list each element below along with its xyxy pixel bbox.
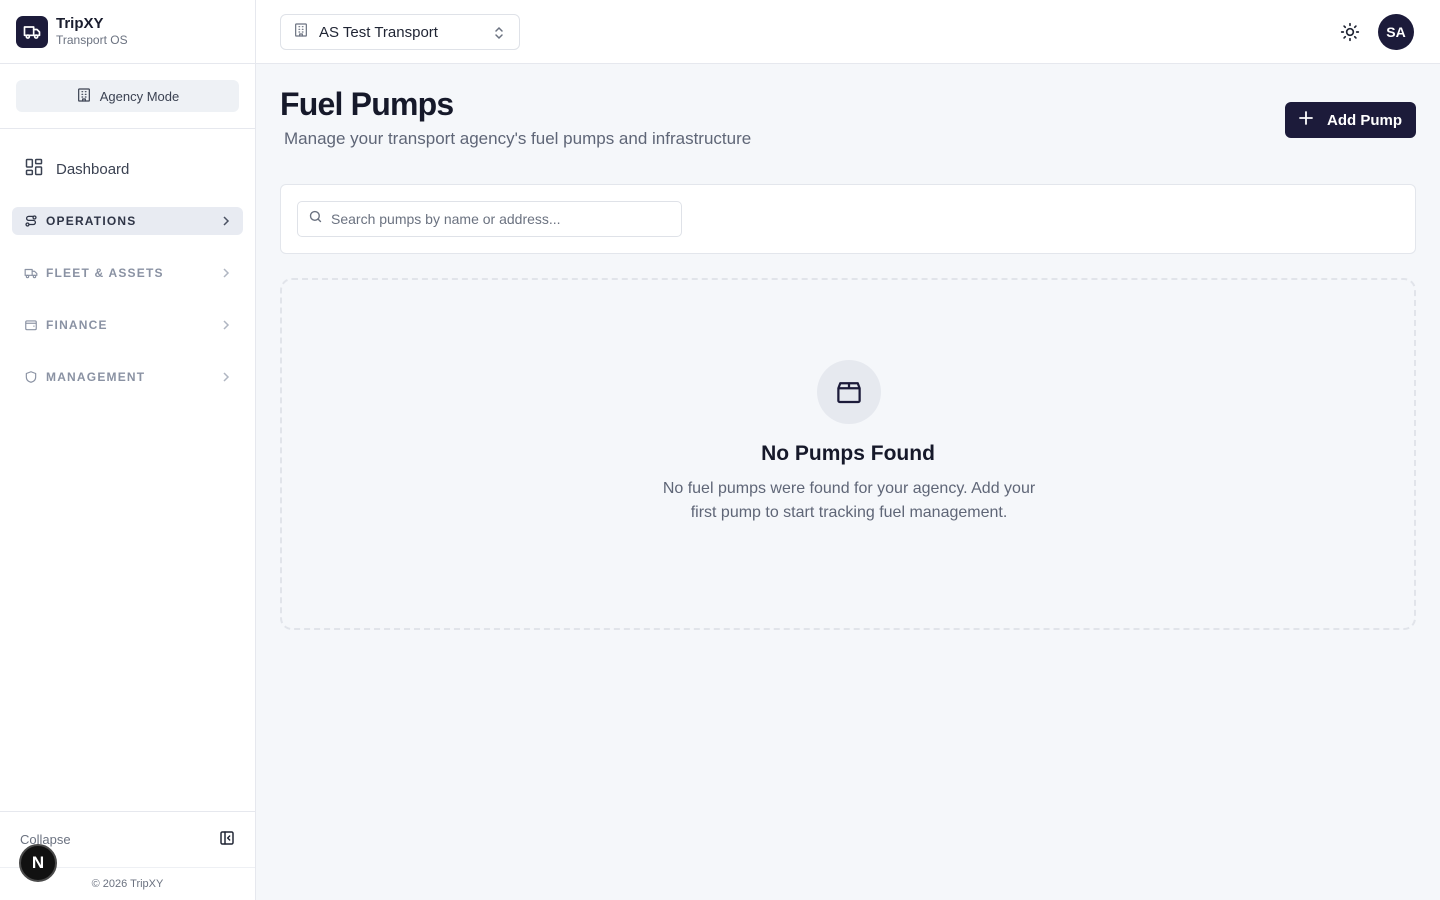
sidebar-group-label: OPERATIONS bbox=[46, 214, 137, 228]
building-icon bbox=[76, 87, 92, 106]
theme-toggle-sun-icon[interactable] bbox=[1340, 22, 1360, 42]
sidebar-group-fleet-assets[interactable]: FLEET & ASSETS bbox=[12, 259, 243, 287]
search-input[interactable] bbox=[331, 211, 671, 227]
shield-icon bbox=[24, 370, 40, 384]
sidebar-group-label: FLEET & ASSETS bbox=[46, 266, 164, 280]
sidebar-nav: Dashboard OPERATIONS FLEET & ASSETS FINA… bbox=[0, 129, 255, 403]
chevron-right-icon bbox=[221, 267, 231, 282]
sidebar-group-management[interactable]: MANAGEMENT bbox=[12, 363, 243, 391]
sidebar-footer: Collapse © 2026 TripXY N bbox=[0, 811, 255, 900]
plus-icon bbox=[1299, 111, 1313, 129]
sidebar-group-operations[interactable]: OPERATIONS bbox=[12, 207, 243, 235]
search-icon bbox=[308, 209, 323, 229]
add-pump-button[interactable]: Add Pump bbox=[1285, 102, 1416, 138]
dev-badge[interactable]: N bbox=[19, 844, 57, 882]
truck-logo-icon bbox=[16, 15, 48, 48]
building-icon bbox=[293, 22, 309, 42]
agency-mode-button[interactable]: Agency Mode bbox=[16, 80, 239, 112]
page-title: Fuel Pumps bbox=[280, 86, 454, 122]
chevron-right-icon bbox=[221, 215, 231, 230]
wallet-icon bbox=[24, 318, 40, 332]
sidebar-group-finance[interactable]: FINANCE bbox=[12, 311, 243, 339]
agency-select[interactable]: AS Test Transport bbox=[280, 14, 520, 50]
empty-state: No Pumps Found No fuel pumps were found … bbox=[280, 278, 1416, 630]
topbar: AS Test Transport SA bbox=[256, 0, 1440, 64]
empty-state-description: No fuel pumps were found for your agency… bbox=[662, 480, 1036, 521]
brand-name: TripXY bbox=[56, 15, 104, 32]
chevrons-up-down-icon bbox=[493, 25, 505, 45]
search-card bbox=[280, 184, 1416, 254]
user-avatar[interactable]: SA bbox=[1378, 14, 1414, 50]
brand[interactable]: TripXY Transport OS bbox=[0, 0, 255, 64]
package-icon bbox=[817, 360, 881, 424]
sidebar-group-label: MANAGEMENT bbox=[46, 370, 146, 384]
brand-subtitle: Transport OS bbox=[56, 33, 128, 47]
agency-mode-label: Agency Mode bbox=[99, 88, 180, 104]
sidebar-group-label: FINANCE bbox=[46, 318, 108, 332]
search-box[interactable] bbox=[297, 201, 682, 237]
panel-collapse-icon bbox=[219, 830, 235, 849]
page-subtitle: Manage your transport agency's fuel pump… bbox=[284, 129, 752, 148]
truck-icon bbox=[24, 266, 40, 280]
empty-state-title: No Pumps Found bbox=[761, 442, 935, 465]
agency-select-value: AS Test Transport bbox=[319, 23, 438, 41]
sidebar: TripXY Transport OS Agency Mode Dashboar… bbox=[0, 0, 256, 900]
chevron-right-icon bbox=[221, 371, 231, 386]
chevron-right-icon bbox=[221, 319, 231, 334]
route-icon bbox=[24, 214, 40, 228]
dashboard-icon bbox=[24, 157, 44, 181]
add-pump-label: Add Pump bbox=[1327, 111, 1402, 129]
sidebar-item-dashboard[interactable]: Dashboard bbox=[12, 147, 243, 191]
sidebar-item-label: Dashboard bbox=[56, 160, 130, 178]
